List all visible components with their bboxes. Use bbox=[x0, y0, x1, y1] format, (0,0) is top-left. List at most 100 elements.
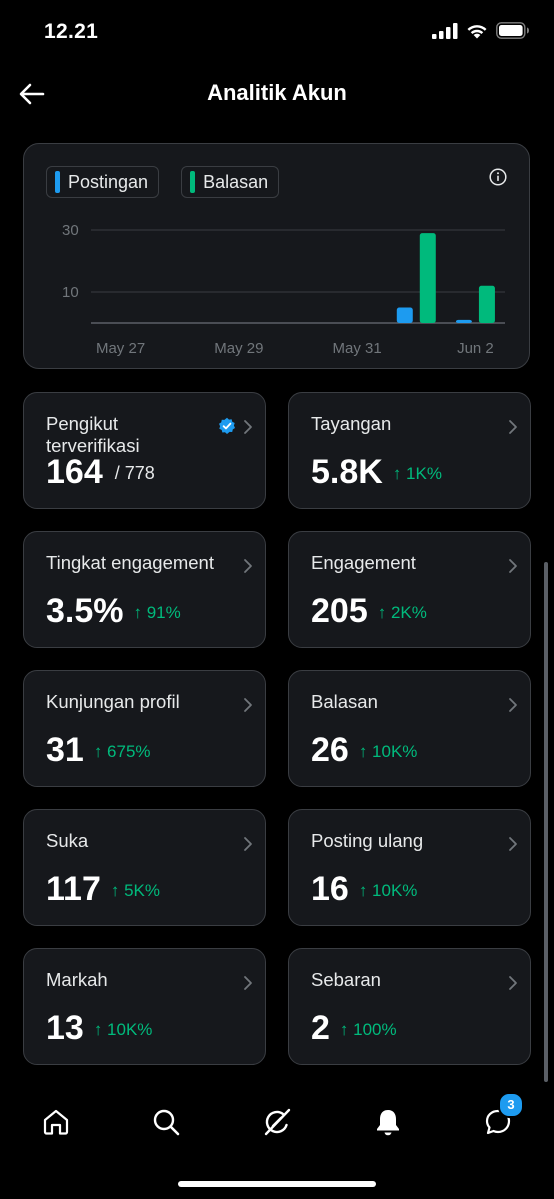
stat-value: 31 bbox=[46, 731, 84, 769]
stat-label: Tayangan bbox=[311, 413, 392, 434]
stat-label: Posting ulang bbox=[311, 830, 424, 851]
stat-label: Markah bbox=[46, 969, 108, 990]
stat-value: 3.5% bbox=[46, 592, 124, 630]
chevron-right-icon bbox=[509, 976, 517, 990]
page-header: Analitik Akun bbox=[0, 64, 554, 124]
stat-delta: ↑ 100% bbox=[339, 1020, 397, 1039]
stat-value: 13 bbox=[46, 1009, 84, 1047]
scrollbar[interactable] bbox=[544, 562, 548, 1082]
stat-value-row: 31 ↑ 675% bbox=[46, 731, 151, 770]
stat-value-row: 26 ↑ 10K% bbox=[311, 731, 417, 770]
stat-delta: ↑ 2K% bbox=[377, 603, 427, 622]
stat-card-profile-visits[interactable]: Kunjungan profil 31 ↑ 675% bbox=[23, 670, 266, 787]
legend-label-postingan: Postingan bbox=[68, 171, 149, 192]
chevron-right-icon bbox=[244, 837, 252, 851]
stat-delta: ↑ 10K% bbox=[358, 881, 418, 900]
x-tick-label: May 27 bbox=[96, 340, 145, 357]
activity-chart-card: 30 10 May 27 May 29 May 31 Jun 2 Postingan Ba… bbox=[23, 143, 530, 369]
stat-value-row: 3.5% ↑ 91% bbox=[46, 592, 181, 631]
stat-value: 205 bbox=[311, 592, 368, 630]
tab-home[interactable] bbox=[36, 1102, 76, 1142]
stat-card-engagement-rate[interactable]: Tingkat engagement 3.5% ↑ 91% bbox=[23, 531, 266, 648]
stat-card-likes[interactable]: Suka 117 ↑ 5K% bbox=[23, 809, 266, 926]
grok-icon bbox=[264, 1108, 291, 1136]
y-tick-label: 10 bbox=[62, 284, 79, 301]
tab-grok[interactable] bbox=[257, 1102, 297, 1142]
legend-balasan[interactable]: Balasan bbox=[181, 166, 280, 198]
stat-value-row: 5.8K ↑ 1K% bbox=[311, 453, 442, 492]
stat-delta: ↑ 91% bbox=[133, 603, 181, 622]
stat-card-shares[interactable]: Sebaran 2 ↑ 100% bbox=[288, 948, 531, 1065]
stat-value-row: 117 ↑ 5K% bbox=[46, 870, 160, 909]
chevron-right-icon bbox=[509, 420, 517, 434]
chevron-right-icon bbox=[509, 698, 517, 712]
cellular-signal-icon bbox=[432, 22, 458, 39]
stat-value-row: 16 ↑ 10K% bbox=[311, 870, 417, 909]
status-time: 12.21 bbox=[44, 20, 99, 43]
y-tick-label: 30 bbox=[62, 222, 79, 239]
chevron-right-icon bbox=[244, 976, 252, 990]
stat-label: Pengikut terverifikasi bbox=[46, 413, 140, 456]
home-indicator bbox=[178, 1181, 376, 1187]
chevron-right-icon bbox=[509, 559, 517, 573]
chevron-right-icon bbox=[509, 837, 517, 851]
stat-value: 5.8K bbox=[311, 453, 383, 491]
stat-label: Suka bbox=[46, 830, 89, 851]
stat-value: 2 bbox=[311, 1009, 330, 1047]
stat-delta: ↑ 5K% bbox=[110, 881, 160, 900]
tab-search[interactable] bbox=[146, 1102, 186, 1142]
stat-delta: ↑ 10K% bbox=[93, 1020, 153, 1039]
stat-label: Kunjungan profil bbox=[46, 691, 180, 712]
stat-delta: ↑ 675% bbox=[93, 742, 151, 761]
bar-balasan-jun-1[interactable] bbox=[419, 233, 436, 323]
bell-icon bbox=[377, 1110, 399, 1136]
tab-messages[interactable]: 3 bbox=[478, 1092, 524, 1142]
battery-icon bbox=[496, 22, 529, 39]
chart-legend: Postingan Balasan bbox=[46, 166, 280, 198]
legend-label-balasan: Balasan bbox=[203, 171, 269, 192]
stat-label: Engagement bbox=[311, 552, 416, 573]
stat-value-row: 2 ↑ 100% bbox=[311, 1009, 397, 1048]
stat-card-engagement[interactable]: Engagement 205 ↑ 2K% bbox=[288, 531, 531, 648]
x-tick-label: Jun 2 bbox=[457, 340, 494, 357]
info-icon[interactable] bbox=[489, 168, 507, 186]
stat-card-replies[interactable]: Balasan 26 ↑ 10K% bbox=[288, 670, 531, 787]
verified-badge-icon bbox=[219, 417, 235, 434]
stat-delta: ↑ 10K% bbox=[358, 742, 418, 761]
stat-value-row: 13 ↑ 10K% bbox=[46, 1009, 152, 1048]
stat-value: 117 bbox=[46, 870, 101, 908]
stat-card-reposts[interactable]: Posting ulang 16 ↑ 10K% bbox=[288, 809, 531, 926]
chevron-right-icon bbox=[244, 559, 252, 573]
status-icons bbox=[432, 22, 530, 39]
legend-swatch-postingan bbox=[55, 171, 60, 193]
stat-card-verified-followers[interactable]: Pengikut terverifikasi 164 / 778 bbox=[23, 392, 266, 509]
stat-value: 16 bbox=[311, 870, 349, 908]
legend-postingan[interactable]: Postingan bbox=[46, 166, 160, 198]
notification-badge: 3 bbox=[498, 1092, 524, 1118]
bar-balasan-jun-2[interactable] bbox=[478, 285, 495, 323]
stat-card-impressions[interactable]: Tayangan 5.8K ↑ 1K% bbox=[288, 392, 531, 509]
page-title: Analitik Akun bbox=[207, 80, 347, 105]
stat-label: Balasan bbox=[311, 691, 378, 712]
bar-postingan-jun-1[interactable] bbox=[396, 307, 413, 324]
legend-swatch-balasan bbox=[190, 171, 196, 193]
stat-total: / 778 bbox=[114, 463, 155, 483]
chevron-right-icon bbox=[244, 420, 252, 434]
x-tick-label: May 29 bbox=[214, 340, 263, 357]
x-tick-label: May 31 bbox=[333, 340, 382, 357]
stat-value-row: 164 / 778 bbox=[46, 453, 155, 492]
tab-notifications[interactable] bbox=[368, 1102, 408, 1142]
home-icon bbox=[43, 1109, 69, 1135]
chevron-right-icon bbox=[244, 698, 252, 712]
stat-delta: ↑ 1K% bbox=[392, 464, 442, 483]
stat-card-bookmarks[interactable]: Markah 13 ↑ 10K% bbox=[23, 948, 266, 1065]
stat-value: 26 bbox=[311, 731, 349, 769]
bar-postingan-jun-2[interactable] bbox=[455, 319, 472, 323]
stat-value-row: 205 ↑ 2K% bbox=[311, 592, 427, 631]
status-bar: 12.21 bbox=[0, 0, 554, 64]
stat-label: Tingkat engagement bbox=[46, 552, 214, 573]
stat-label: Sebaran bbox=[311, 969, 381, 990]
stat-value: 164 bbox=[46, 453, 103, 491]
search-icon bbox=[153, 1109, 180, 1136]
wifi-icon bbox=[467, 24, 487, 38]
